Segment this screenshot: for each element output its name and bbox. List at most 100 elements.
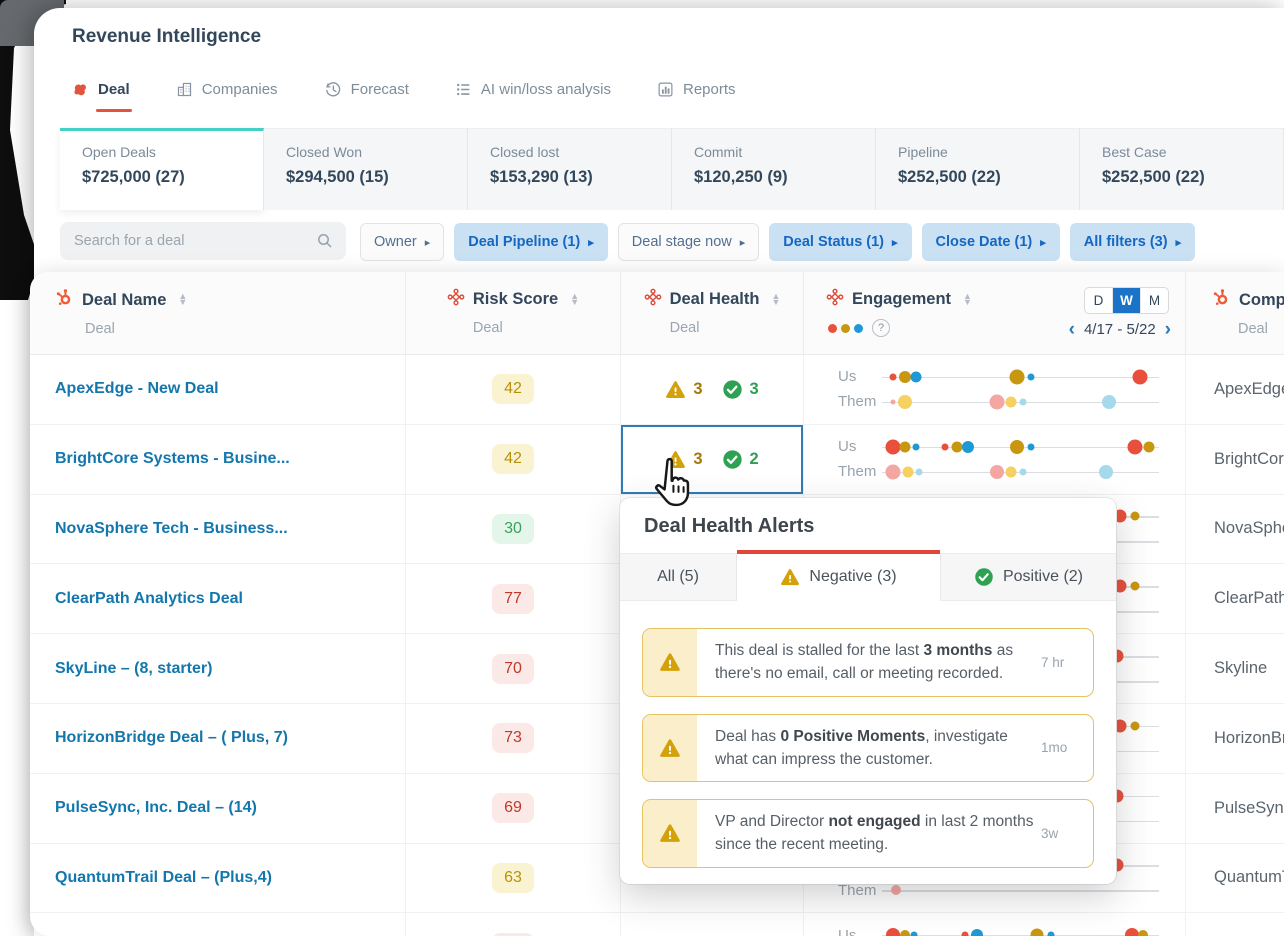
help-icon[interactable]: ? <box>872 319 890 337</box>
risk-score-pill: 42 <box>492 374 534 405</box>
hubspot-icon <box>1213 289 1228 306</box>
popup-tab-negative-3[interactable]: Negative (3) <box>737 550 941 601</box>
sort-icon[interactable]: ▲ ▼ <box>178 292 187 306</box>
nav-tab-label: Reports <box>682 80 736 98</box>
filter-chip-deal-status-1[interactable]: Deal Status (1) ▸ <box>769 223 912 261</box>
summary-card-closed-won[interactable]: Closed Won $294,500 (15) <box>264 128 468 210</box>
search-input[interactable] <box>60 233 316 249</box>
warning-icon <box>781 569 800 586</box>
deal-name-link[interactable]: PulseSync, Inc. Deal – (14) <box>55 799 257 817</box>
warning-icon <box>660 739 680 757</box>
main-nav: Deal Companies Forecast AI win/loss analysi… <box>72 80 736 112</box>
deal-name-link[interactable]: ApexEdge - New Deal <box>55 380 219 398</box>
engagement-dot <box>899 930 910 936</box>
nav-tab-companies[interactable]: Companies <box>176 80 278 112</box>
nav-tab-reports[interactable]: Reports <box>657 80 736 112</box>
period-option-d[interactable]: D <box>1085 288 1112 313</box>
column-header-engagement: Engagement ▲ ▼ ? DWM ‹ 4/17 - 5/22 › <box>803 272 1185 354</box>
filter-chip-all-filters-3[interactable]: All filters (3) ▸ <box>1069 223 1196 261</box>
summary-card-open-deals[interactable]: Open Deals $725,000 (27) <box>60 128 264 210</box>
chevron-right-icon[interactable]: › <box>1165 320 1171 339</box>
hubspot-icon <box>1212 288 1231 312</box>
screenshot-root: { "app": { "title": "Revenue Intelligenc… <box>0 0 1284 936</box>
nav-tab-deal[interactable]: Deal <box>72 80 132 112</box>
sort-icon[interactable]: ▲ ▼ <box>963 292 972 306</box>
engagement-dot <box>899 441 911 453</box>
filter-chip-owner[interactable]: Owner ▸ <box>360 223 445 261</box>
risk-score-pill: 30 <box>492 513 534 544</box>
risk-score-pill: 73 <box>492 723 534 754</box>
card-label: Commit <box>694 144 743 160</box>
nav-tab-ai-win-loss-analysis[interactable]: AI win/loss analysis <box>455 80 611 112</box>
alert-severity-strip <box>643 800 697 867</box>
summary-card-best-case[interactable]: Best Case $252,500 (22) <box>1080 128 1284 210</box>
deal-health-cell[interactable]: 33 <box>620 355 803 424</box>
app-icon <box>826 288 844 306</box>
deal-name-cell: BrightCore Systems - Busine... <box>30 425 405 494</box>
sort-icon[interactable]: ▲ ▼ <box>570 292 579 306</box>
deal-name-link[interactable]: NovaSphere Tech - Business... <box>55 520 288 538</box>
chevron-right-icon: ▸ <box>588 237 594 249</box>
deal-health-cell[interactable] <box>620 913 803 936</box>
filter-chip-close-date-1[interactable]: Close Date (1) ▸ <box>921 223 1060 261</box>
risk-score-pill: 42 <box>492 444 534 475</box>
deal-name-link[interactable]: SkyLine – (8, starter) <box>55 660 212 678</box>
risk-score-pill: 63 <box>492 862 534 893</box>
chevron-left-icon[interactable]: ‹ <box>1069 320 1075 339</box>
deal-name-link[interactable]: QuantumTrail Deal – (Plus,4) <box>55 869 272 887</box>
risk-score-pill: 70 <box>492 653 534 684</box>
filter-chip-label: Deal stage now <box>631 234 732 250</box>
deal-name-link[interactable]: BrightCore Systems - Busine... <box>55 450 290 468</box>
engagement-dot <box>1143 441 1155 453</box>
popup-tab-all-5[interactable]: All (5) <box>620 554 737 601</box>
company-cell: ApexEdge <box>1185 355 1284 424</box>
table-row: ApexEdge - New Deal 42 3 3 Us Them ApexEdge <box>30 355 1284 425</box>
popup-tab-positive-2[interactable]: Positive (2) <box>941 554 1116 601</box>
check-icon <box>975 568 993 586</box>
nav-tab-label: AI win/loss analysis <box>480 80 611 98</box>
engagement-cell: Us Them <box>803 913 1185 936</box>
deal-health-alerts-popup: Deal Health Alerts All (5) Negative (3) Po… <box>620 498 1116 884</box>
engagement-them-row: Them <box>838 393 1169 411</box>
hubspot-icon <box>55 288 74 312</box>
chevron-right-icon: ▸ <box>739 237 746 249</box>
positive-count: 2 <box>749 449 759 468</box>
summary-card-pipeline[interactable]: Pipeline $252,500 (22) <box>876 128 1080 210</box>
period-option-m[interactable]: M <box>1140 288 1168 313</box>
engagement-dot <box>970 929 983 936</box>
column-header-deal-health: Deal Health ▲ ▼ Deal <box>620 272 803 354</box>
filter-chip-deal-pipeline-1[interactable]: Deal Pipeline (1) ▸ <box>454 223 608 261</box>
deal-name-link[interactable]: ClearPath Analytics Deal <box>55 590 243 608</box>
summary-card-commit[interactable]: Commit $120,250 (9) <box>672 128 876 210</box>
engagement-us-track <box>882 438 1169 456</box>
engagement-dot <box>1132 369 1148 385</box>
engagement-us-row: Us <box>838 926 1169 936</box>
reports-icon <box>658 82 673 96</box>
company-name: NovaSphere Tech <box>1214 519 1284 538</box>
page-title: Revenue Intelligence <box>72 26 262 47</box>
period-toggle: DWM <box>1084 287 1169 314</box>
period-option-w[interactable]: W <box>1112 288 1140 313</box>
engagement-dot <box>1047 931 1055 936</box>
alert-list: This deal is stalled for the last 3 mont… <box>620 601 1116 895</box>
chevron-right-icon: ▸ <box>1040 237 1046 249</box>
card-label: Closed Won <box>286 144 363 160</box>
deal-name-link[interactable]: HorizonBridge Deal – ( Plus, 7) <box>55 729 288 747</box>
nav-tab-forecast[interactable]: Forecast <box>324 80 409 112</box>
risk-score-cell: 70 <box>405 634 620 703</box>
risk-score-pill: 69 <box>492 793 534 824</box>
card-value: $252,500 (22) <box>898 168 1001 186</box>
summary-card-closed-lost[interactable]: Closed lost $153,290 (13) <box>468 128 672 210</box>
alert-card: Deal has 0 Positive Moments, investigate… <box>642 713 1094 782</box>
filter-chip-deal-stage-now[interactable]: Deal stage now ▸ <box>617 223 760 261</box>
sort-icon[interactable]: ▲ ▼ <box>771 292 780 306</box>
risk-score-cell: 30 <box>405 494 620 564</box>
engagement-dot <box>898 370 911 383</box>
hubspot-icon <box>56 289 71 306</box>
column-title: Company <box>1239 290 1284 309</box>
column-header-deal-name: Deal Name ▲ ▼ Deal <box>30 272 405 354</box>
alert-message: This deal is stalled for the last 3 mont… <box>715 642 1014 683</box>
card-value: $252,500 (22) <box>1102 168 1205 186</box>
risk-score-cell: 73 <box>405 703 620 773</box>
engagement-us-row: Us <box>838 438 1169 456</box>
